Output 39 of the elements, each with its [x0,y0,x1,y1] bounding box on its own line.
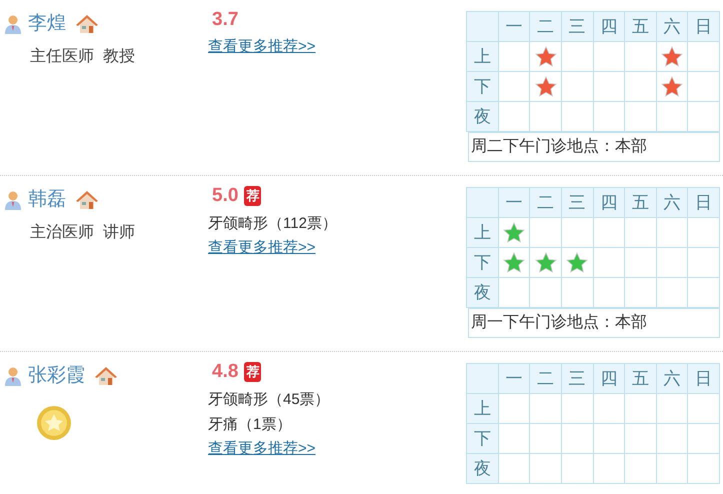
star-icon [502,252,525,273]
person-icon [4,366,22,386]
rating-score: 5.0 [212,184,238,208]
rating-score: 4.8 [212,360,238,384]
star-icon [534,76,557,97]
clinic-note: 周二下午门诊地点：本部 [468,132,720,162]
period-label: 上 [466,42,498,72]
star-icon [534,252,557,273]
house-icon[interactable] [95,366,117,386]
star-icon [661,46,684,67]
person-icon [4,14,22,34]
house-icon[interactable] [76,14,98,34]
period-label: 上 [466,394,498,424]
doctor-name[interactable]: 张彩霞 [28,362,85,390]
clinic-note: 周一下午门诊地点：本部 [468,308,720,338]
person-icon [4,190,22,210]
recommend-tag: 荐 [244,186,262,206]
vote-count: 牙痛（1票） [208,414,292,434]
period-label: 下 [466,72,498,102]
star-icon [534,46,557,67]
star-icon [566,252,588,273]
period-label: 下 [466,424,498,454]
more-recommendations-link[interactable]: 查看更多推荐>> [208,236,316,260]
more-recommendations-link[interactable]: 查看更多推荐>> [208,34,316,58]
recommend-tag: 荐 [244,362,262,382]
period-label: 下 [466,248,498,278]
doctor-title: 主任医师 教授 [30,46,136,66]
more-recommendations-link[interactable]: 查看更多推荐>> [208,436,316,460]
period-label: 夜 [466,454,498,484]
star-icon [661,76,684,97]
house-icon[interactable] [76,190,98,210]
vote-count: 牙颌畸形（45票） [208,390,330,410]
doctor-name[interactable]: 韩磊 [28,186,66,214]
rating-score: 3.7 [212,8,238,32]
doctor-name[interactable]: 李煌 [28,10,66,38]
doctor-title: 主治医师 讲师 [30,222,136,242]
star-icon [502,222,525,243]
vote-count: 牙颌畸形（112票） [208,214,337,234]
period-label: 上 [466,218,498,248]
